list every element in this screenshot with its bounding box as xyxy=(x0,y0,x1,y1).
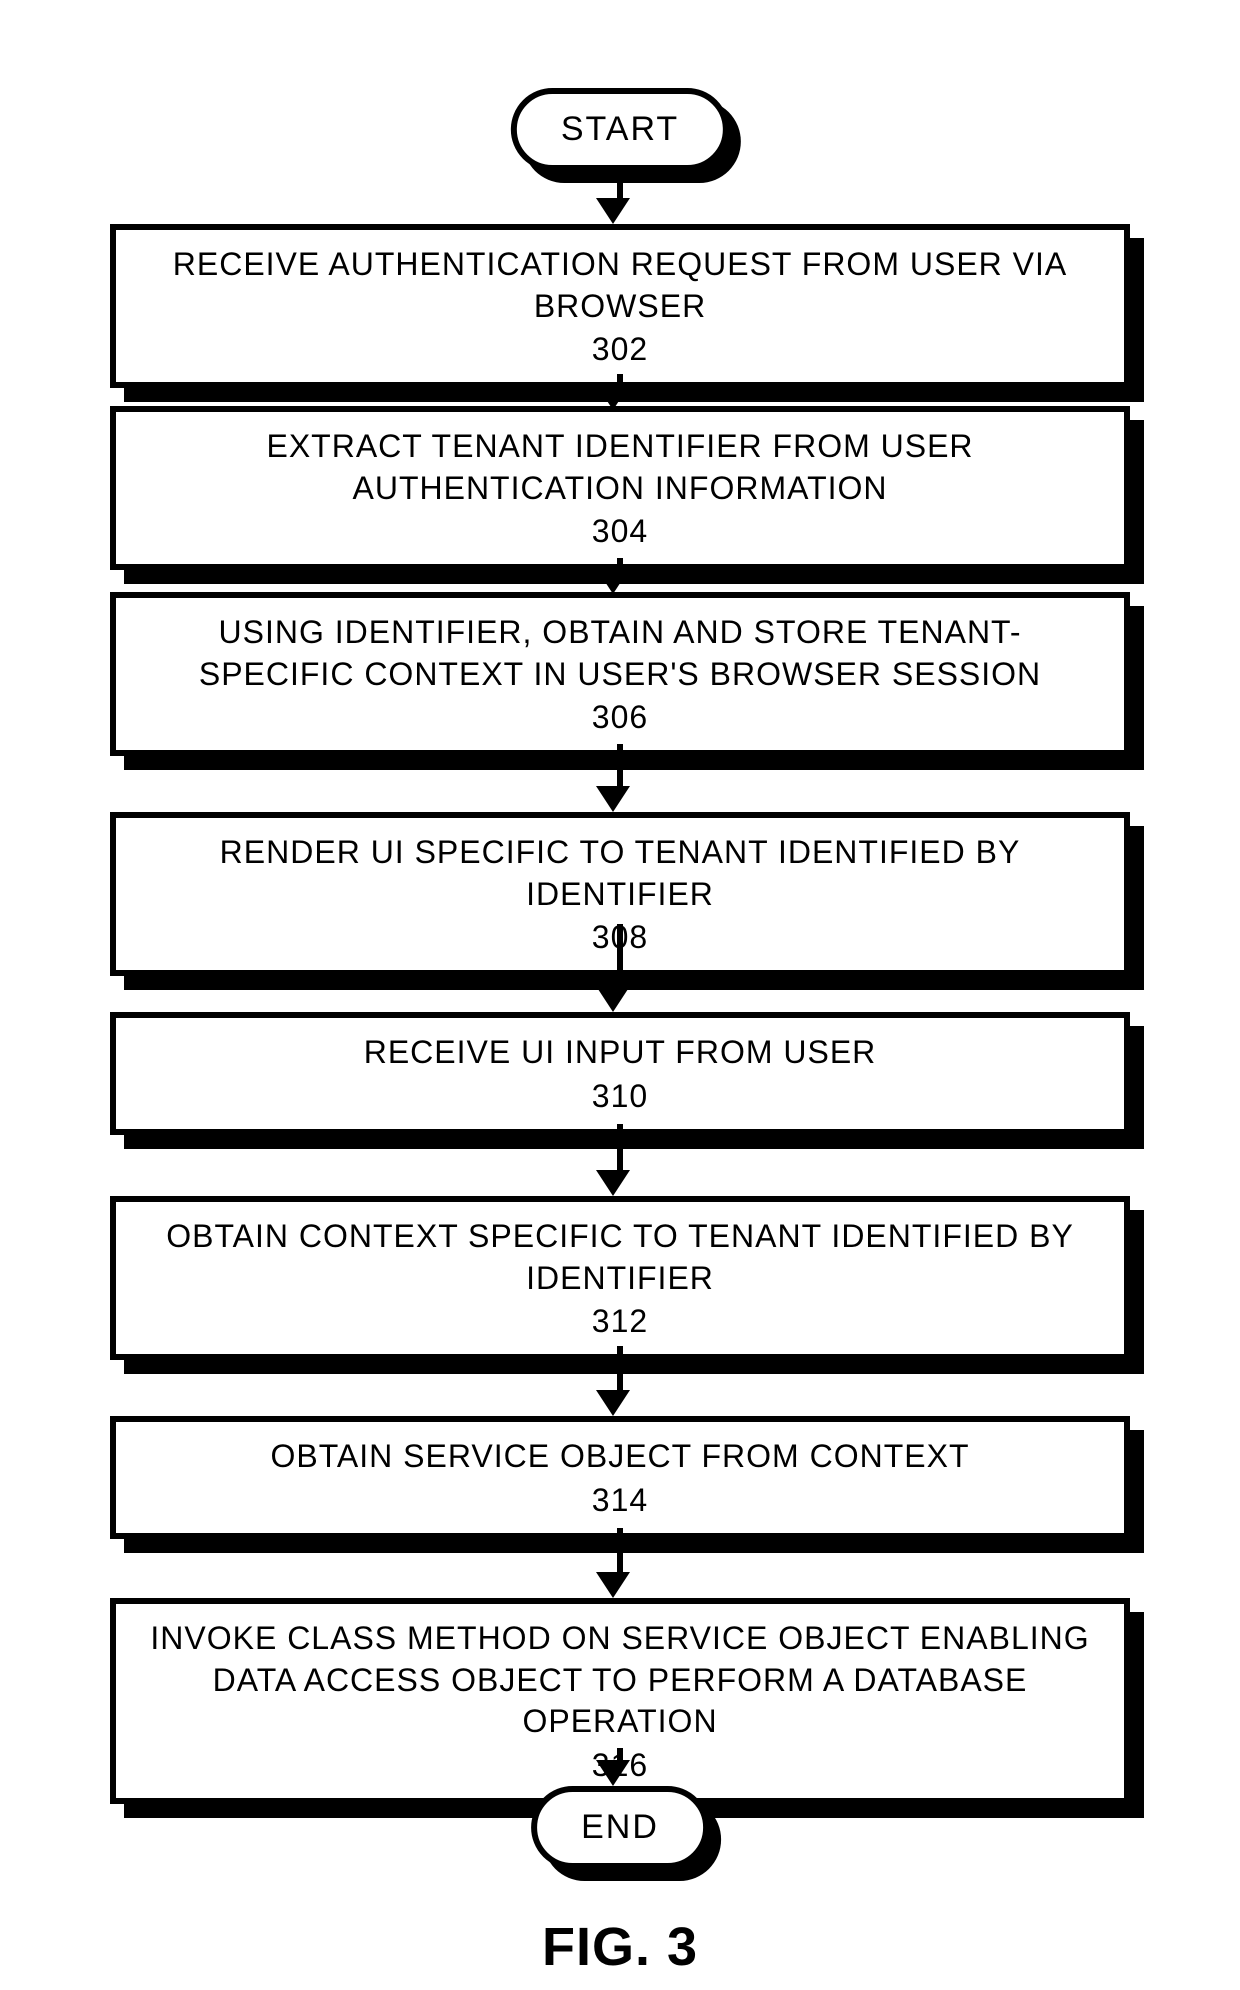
process-step: OBTAIN SERVICE OBJECT FROM CONTEXT 314 xyxy=(110,1416,1130,1539)
step-number: 314 xyxy=(146,1482,1094,1519)
step-number: 306 xyxy=(146,699,1094,736)
step-label: RECEIVE AUTHENTICATION REQUEST FROM USER… xyxy=(146,244,1094,327)
step-label: USING IDENTIFIER, OBTAIN AND STORE TENAN… xyxy=(146,612,1094,695)
process-step: OBTAIN CONTEXT SPECIFIC TO TENANT IDENTI… xyxy=(110,1196,1130,1360)
arrow-icon xyxy=(610,744,630,812)
process-step: USING IDENTIFIER, OBTAIN AND STORE TENAN… xyxy=(110,592,1130,756)
arrow-icon xyxy=(610,924,630,1012)
step-number: 310 xyxy=(146,1078,1094,1115)
process-step: RECEIVE AUTHENTICATION REQUEST FROM USER… xyxy=(110,224,1130,388)
figure-caption: FIG. 3 xyxy=(542,1916,698,1978)
arrow-icon xyxy=(610,558,630,594)
process-step: EXTRACT TENANT IDENTIFIER FROM USER AUTH… xyxy=(110,406,1130,570)
arrow-icon xyxy=(610,1346,630,1416)
terminal-end-label: END xyxy=(581,1808,659,1846)
terminal-start-label: START xyxy=(561,110,679,148)
flowchart-canvas: START RECEIVE AUTHENTICATION REQUEST FRO… xyxy=(0,0,1240,1990)
arrow-icon xyxy=(610,374,630,410)
step-number: 304 xyxy=(146,513,1094,550)
arrow-icon xyxy=(610,1124,630,1196)
step-label: EXTRACT TENANT IDENTIFIER FROM USER AUTH… xyxy=(146,426,1094,509)
step-label: RENDER UI SPECIFIC TO TENANT IDENTIFIED … xyxy=(146,832,1094,915)
step-label: INVOKE CLASS METHOD ON SERVICE OBJECT EN… xyxy=(146,1618,1094,1743)
terminal-end: END xyxy=(531,1786,709,1869)
arrow-icon xyxy=(610,1748,630,1786)
terminal-start: START xyxy=(511,88,729,171)
arrow-icon xyxy=(610,176,630,224)
step-label: OBTAIN CONTEXT SPECIFIC TO TENANT IDENTI… xyxy=(146,1216,1094,1299)
step-number: 312 xyxy=(146,1303,1094,1340)
step-label: OBTAIN SERVICE OBJECT FROM CONTEXT xyxy=(146,1436,1094,1478)
process-step: RECEIVE UI INPUT FROM USER 310 xyxy=(110,1012,1130,1135)
step-number: 302 xyxy=(146,331,1094,368)
step-label: RECEIVE UI INPUT FROM USER xyxy=(146,1032,1094,1074)
arrow-icon xyxy=(610,1528,630,1598)
